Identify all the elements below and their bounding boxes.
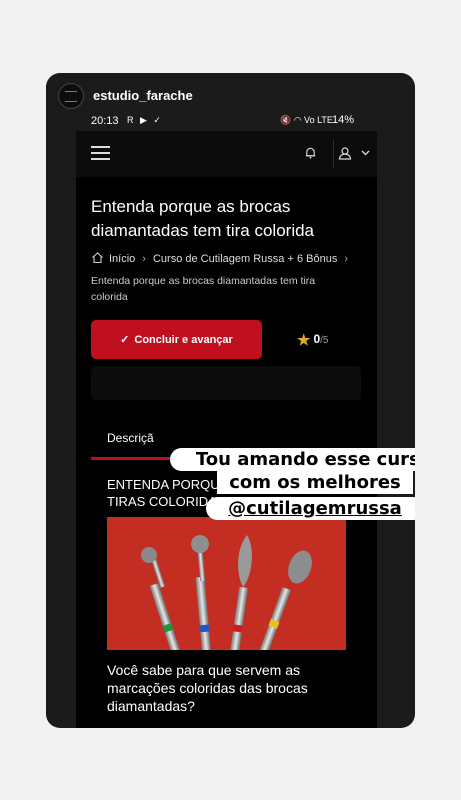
drill-bit-1 — [141, 547, 180, 650]
lesson-nav-panel — [91, 366, 361, 400]
battery-level: 14% — [332, 114, 355, 126]
lesson-subtitle: Entenda porque as brocas diamantadas tem… — [91, 275, 316, 303]
sticker-line-2: com os melhores — [217, 471, 413, 494]
bell-icon[interactable] — [304, 146, 317, 160]
complete-and-continue-button[interactable]: ✓ Concluir e avançar — [91, 320, 262, 359]
app-topbar — [76, 131, 377, 177]
check-icon: ✓ — [120, 334, 130, 346]
topbar-divider — [333, 139, 334, 169]
menu-icon[interactable] — [91, 146, 110, 160]
user-icon[interactable] — [338, 146, 352, 160]
status-time: 20:13 — [91, 115, 119, 127]
question-paragraph: Você sabe para que servem as marcações c… — [107, 662, 308, 714]
drill-bit-2 — [191, 535, 212, 650]
tab-description[interactable]: Descriçã — [107, 431, 154, 445]
lesson-rating[interactable]: ★ 0/5 — [297, 331, 328, 349]
sticker-mention[interactable]: @cutilagemrussa — [206, 497, 415, 520]
lesson-title: Entenda porque as brocas diamantadas tem… — [91, 197, 315, 240]
instagram-story-card: estudio_farache 20:13 R ▶ ✓ 🔇 ◠ Vo LTE 1… — [46, 73, 415, 728]
sticker-line-1: Tou amando esse curso — [170, 448, 415, 471]
app-screen: Entenda porque as brocas diamantadas tem… — [76, 131, 377, 728]
complete-button-label: Concluir e avançar — [134, 333, 233, 346]
notification-icons: R ▶ ✓ — [127, 115, 163, 125]
drill-bit-3 — [229, 535, 252, 650]
breadcrumb-course[interactable]: Curso de Cutilagem Russa + 6 Bônus — [153, 253, 337, 265]
home-icon[interactable] — [91, 251, 104, 264]
signal-icons: 🔇 ◠ Vo LTE — [280, 115, 333, 125]
breadcrumb-home[interactable]: Início — [109, 253, 135, 265]
drill-bits-illustration — [141, 535, 312, 650]
active-tab-indicator — [91, 457, 179, 460]
chevron-right-icon: › — [344, 253, 348, 265]
chevron-right-icon: › — [142, 253, 146, 265]
avatar[interactable] — [58, 83, 84, 109]
story-text-sticker: Tou amando esse curso com os melhores @c… — [170, 443, 415, 528]
breadcrumb: Início › Curso de Cutilagem Russa + 6 Bônu… — [91, 251, 376, 265]
drill-bits-image — [107, 517, 346, 650]
story-header: estudio_farache — [46, 73, 415, 118]
chevron-down-icon[interactable] — [361, 149, 370, 157]
phone-status-bar: 20:13 R ▶ ✓ 🔇 ◠ Vo LTE 14% — [46, 113, 415, 131]
drill-bit-4 — [258, 550, 312, 650]
story-username[interactable]: estudio_farache — [93, 88, 193, 103]
rating-max: /5 — [320, 335, 329, 346]
star-icon: ★ — [297, 332, 311, 349]
